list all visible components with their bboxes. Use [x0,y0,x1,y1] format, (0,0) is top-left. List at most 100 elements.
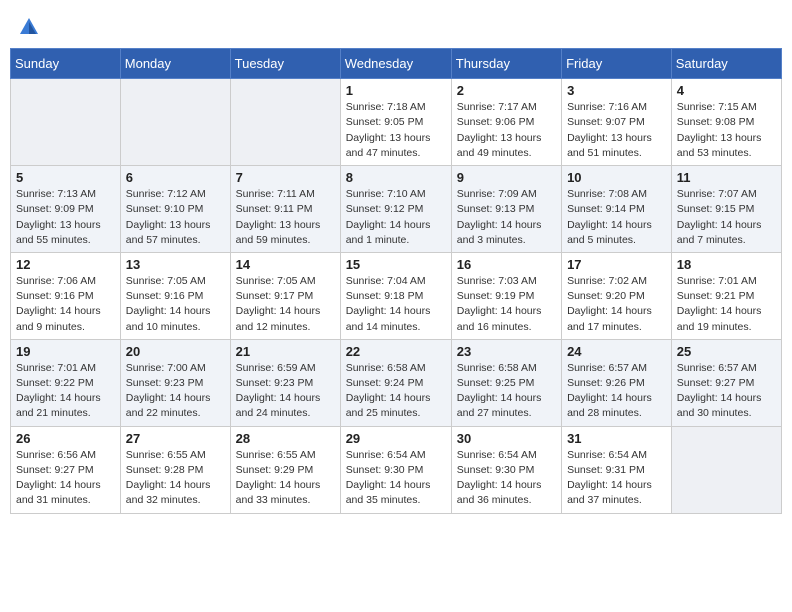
day-info: Sunrise: 7:04 AMSunset: 9:18 PMDaylight:… [346,274,446,335]
day-number: 21 [236,344,335,359]
day-number: 3 [567,83,666,98]
day-info: Sunrise: 6:56 AMSunset: 9:27 PMDaylight:… [16,448,115,509]
weekday-header-friday: Friday [562,49,672,79]
weekday-header-saturday: Saturday [671,49,781,79]
day-number: 31 [567,431,666,446]
calendar-cell: 16Sunrise: 7:03 AMSunset: 9:19 PMDayligh… [451,252,561,339]
weekday-header-row: SundayMondayTuesdayWednesdayThursdayFrid… [11,49,782,79]
calendar-cell: 14Sunrise: 7:05 AMSunset: 9:17 PMDayligh… [230,252,340,339]
day-number: 10 [567,170,666,185]
calendar-cell: 1 Sunrise: 7:18 AMSunset: 9:05 PMDaylight… [340,79,451,166]
calendar-cell: 25 Sunrise: 6:57 AMSunset: 9:27 PMDayligh… [671,339,781,426]
day-info: Sunrise: 6:55 AMSunset: 9:28 PMDaylight:… [126,448,225,509]
day-info: Sunrise: 6:54 AMSunset: 9:30 PMDaylight:… [346,448,446,509]
day-info: Sunrise: 7:10 AMSunset: 9:12 PMDaylight:… [346,187,446,248]
day-info: Sunrise: 7:00 AMSunset: 9:23 PMDaylight:… [126,361,225,422]
day-number: 7 [236,170,335,185]
day-number: 13 [126,257,225,272]
calendar-cell: 6Sunrise: 7:12 AMSunset: 9:10 PMDaylight… [120,166,230,253]
day-info: Sunrise: 7:18 AMSunset: 9:05 PMDaylight:… [346,100,446,161]
calendar-cell: 22 Sunrise: 6:58 AMSunset: 9:24 PMDayligh… [340,339,451,426]
day-info: Sunrise: 7:11 AMSunset: 9:11 PMDaylight:… [236,187,335,248]
calendar-cell: 12 Sunrise: 7:06 AMSunset: 9:16 PMDayligh… [11,252,121,339]
calendar-week-row: 19 Sunrise: 7:01 AMSunset: 9:22 PMDayligh… [11,339,782,426]
day-number: 18 [677,257,776,272]
calendar-cell: 21 Sunrise: 6:59 AMSunset: 9:23 PMDayligh… [230,339,340,426]
day-info: Sunrise: 7:15 AMSunset: 9:08 PMDaylight:… [677,100,776,161]
calendar-cell: 7 Sunrise: 7:11 AMSunset: 9:11 PMDaylight… [230,166,340,253]
day-number: 25 [677,344,776,359]
day-number: 28 [236,431,335,446]
day-info: Sunrise: 7:12 AMSunset: 9:10 PMDaylight:… [126,187,225,248]
calendar-table: SundayMondayTuesdayWednesdayThursdayFrid… [10,48,782,513]
day-info: Sunrise: 7:05 AMSunset: 9:17 PMDaylight:… [236,274,335,335]
calendar-cell: 20 Sunrise: 7:00 AMSunset: 9:23 PMDayligh… [120,339,230,426]
logo-icon [18,16,40,38]
day-number: 11 [677,170,776,185]
day-info: Sunrise: 7:05 AMSunset: 9:16 PMDaylight:… [126,274,225,335]
calendar-cell: 8 Sunrise: 7:10 AMSunset: 9:12 PMDaylight… [340,166,451,253]
day-number: 30 [457,431,556,446]
day-number: 27 [126,431,225,446]
day-info: Sunrise: 7:17 AMSunset: 9:06 PMDaylight:… [457,100,556,161]
day-number: 4 [677,83,776,98]
calendar-cell: 31 Sunrise: 6:54 AMSunset: 9:31 PMDayligh… [562,426,672,513]
day-info: Sunrise: 6:57 AMSunset: 9:26 PMDaylight:… [567,361,666,422]
day-number: 20 [126,344,225,359]
day-number: 24 [567,344,666,359]
calendar-cell: 29 Sunrise: 6:54 AMSunset: 9:30 PMDayligh… [340,426,451,513]
day-number: 16 [457,257,556,272]
calendar-cell: 3Sunrise: 7:16 AMSunset: 9:07 PMDaylight… [562,79,672,166]
calendar-week-row: 12 Sunrise: 7:06 AMSunset: 9:16 PMDayligh… [11,252,782,339]
logo [16,14,42,36]
calendar-cell: 19 Sunrise: 7:01 AMSunset: 9:22 PMDayligh… [11,339,121,426]
day-number: 26 [16,431,115,446]
day-number: 19 [16,344,115,359]
calendar-cell: 30 Sunrise: 6:54 AMSunset: 9:30 PMDayligh… [451,426,561,513]
weekday-header-sunday: Sunday [11,49,121,79]
logo-text [16,14,42,38]
day-info: Sunrise: 7:08 AMSunset: 9:14 PMDaylight:… [567,187,666,248]
day-info: Sunrise: 6:55 AMSunset: 9:29 PMDaylight:… [236,448,335,509]
calendar-cell [230,79,340,166]
day-info: Sunrise: 7:13 AMSunset: 9:09 PMDaylight:… [16,187,115,248]
weekday-header-monday: Monday [120,49,230,79]
calendar-cell: 28 Sunrise: 6:55 AMSunset: 9:29 PMDayligh… [230,426,340,513]
day-number: 29 [346,431,446,446]
day-info: Sunrise: 6:54 AMSunset: 9:30 PMDaylight:… [457,448,556,509]
day-number: 23 [457,344,556,359]
day-info: Sunrise: 7:06 AMSunset: 9:16 PMDaylight:… [16,274,115,335]
calendar-cell: 4 Sunrise: 7:15 AMSunset: 9:08 PMDaylight… [671,79,781,166]
day-info: Sunrise: 7:07 AMSunset: 9:15 PMDaylight:… [677,187,776,248]
day-number: 1 [346,83,446,98]
day-number: 17 [567,257,666,272]
day-info: Sunrise: 6:58 AMSunset: 9:24 PMDaylight:… [346,361,446,422]
day-number: 2 [457,83,556,98]
day-info: Sunrise: 7:01 AMSunset: 9:22 PMDaylight:… [16,361,115,422]
calendar-week-row: 26 Sunrise: 6:56 AMSunset: 9:27 PMDayligh… [11,426,782,513]
calendar-cell: 2 Sunrise: 7:17 AMSunset: 9:06 PMDaylight… [451,79,561,166]
calendar-week-row: 5Sunrise: 7:13 AMSunset: 9:09 PMDaylight… [11,166,782,253]
day-info: Sunrise: 6:58 AMSunset: 9:25 PMDaylight:… [457,361,556,422]
day-number: 15 [346,257,446,272]
calendar-cell: 26 Sunrise: 6:56 AMSunset: 9:27 PMDayligh… [11,426,121,513]
day-info: Sunrise: 7:02 AMSunset: 9:20 PMDaylight:… [567,274,666,335]
calendar-cell: 13 Sunrise: 7:05 AMSunset: 9:16 PMDayligh… [120,252,230,339]
calendar-cell: 24 Sunrise: 6:57 AMSunset: 9:26 PMDayligh… [562,339,672,426]
day-number: 22 [346,344,446,359]
calendar-cell: 18Sunrise: 7:01 AMSunset: 9:21 PMDayligh… [671,252,781,339]
calendar-cell: 17 Sunrise: 7:02 AMSunset: 9:20 PMDayligh… [562,252,672,339]
calendar-cell [120,79,230,166]
weekday-header-tuesday: Tuesday [230,49,340,79]
calendar-cell: 10 Sunrise: 7:08 AMSunset: 9:14 PMDayligh… [562,166,672,253]
day-info: Sunrise: 6:59 AMSunset: 9:23 PMDaylight:… [236,361,335,422]
calendar-cell: 15 Sunrise: 7:04 AMSunset: 9:18 PMDayligh… [340,252,451,339]
day-number: 8 [346,170,446,185]
day-info: Sunrise: 6:54 AMSunset: 9:31 PMDaylight:… [567,448,666,509]
calendar-cell [671,426,781,513]
calendar-cell: 11 Sunrise: 7:07 AMSunset: 9:15 PMDayligh… [671,166,781,253]
day-info: Sunrise: 6:57 AMSunset: 9:27 PMDaylight:… [677,361,776,422]
day-number: 12 [16,257,115,272]
day-info: Sunrise: 7:09 AMSunset: 9:13 PMDaylight:… [457,187,556,248]
calendar-cell: 23 Sunrise: 6:58 AMSunset: 9:25 PMDayligh… [451,339,561,426]
